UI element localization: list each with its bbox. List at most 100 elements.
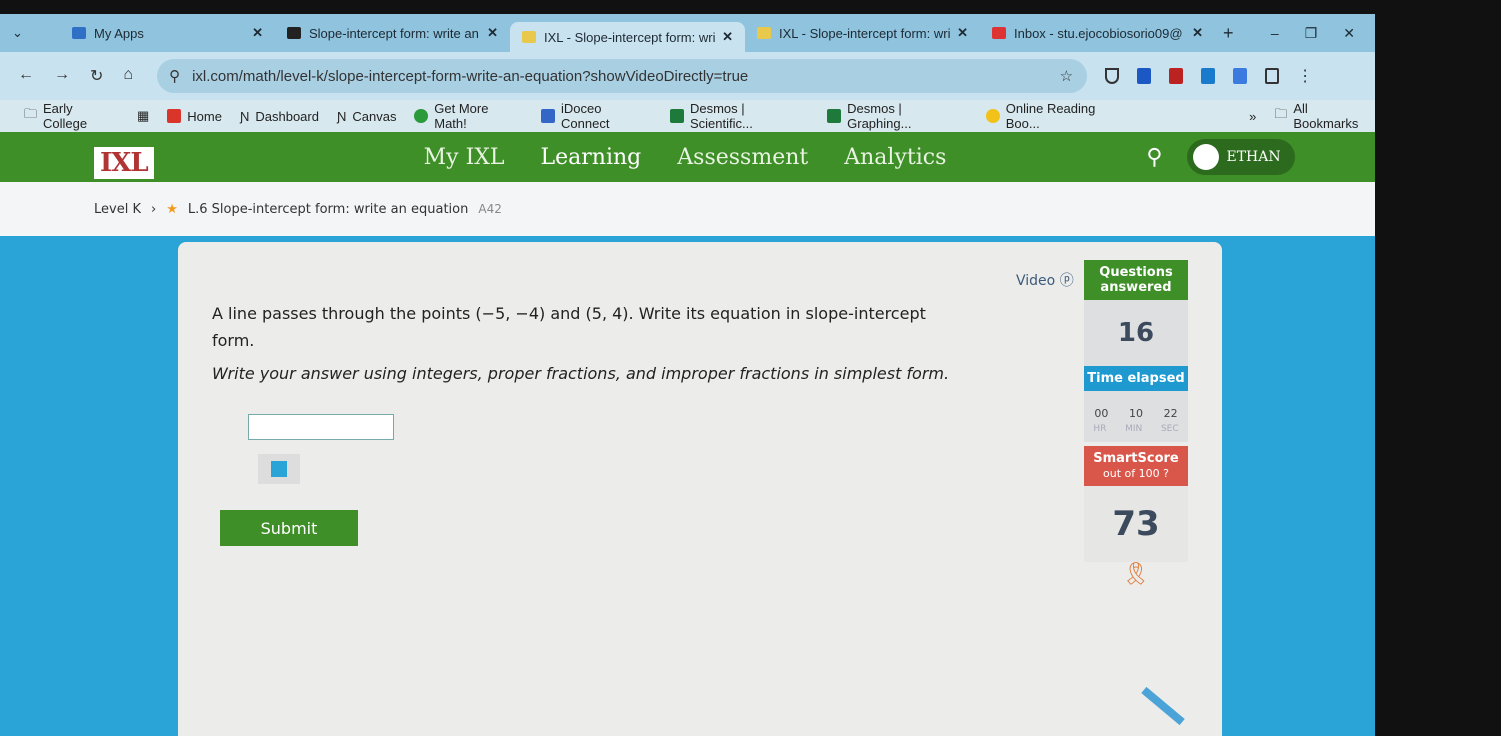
bookmark-star-icon[interactable]: ☆ (1060, 67, 1073, 85)
more-bookmarks-icon[interactable]: » (1249, 109, 1256, 124)
bookmark-label: iDoceo Connect (561, 101, 610, 131)
close-icon[interactable]: ✕ (722, 29, 733, 45)
nav-assessment[interactable]: Assessment (677, 145, 808, 170)
user-menu[interactable]: ETHAN (1186, 139, 1295, 175)
instruction-text: Write your answer using integers, proper… (212, 364, 950, 383)
unit-min: MIN (1125, 424, 1143, 434)
ixl-icon (757, 27, 771, 39)
browser-window: ⌄ My Apps ✕ Slope-intercept form: write a… (0, 14, 1375, 736)
tab[interactable]: Slope-intercept form: write an ✕ (275, 18, 510, 48)
site-info-icon[interactable]: ⚲ (169, 67, 180, 85)
close-icon[interactable]: ✕ (252, 25, 263, 41)
breadcrumb-level[interactable]: Level K (94, 202, 141, 217)
unit-hr: HR (1093, 424, 1107, 434)
nav-my-ixl[interactable]: My IXL (424, 145, 505, 170)
tab-search-button[interactable]: ⌄ (0, 18, 60, 48)
bookmarks-bar: 🗀 Early College ▦ Home Ɲ Dashboard Ɲ Canvas… (0, 100, 1375, 132)
puzzle-icon[interactable] (1265, 68, 1280, 84)
tab-label: IXL - Slope-intercept form: wri (544, 29, 716, 45)
apps-grid-icon[interactable]: ▦ (137, 108, 149, 124)
menu-icon[interactable]: ⋮ (1297, 66, 1313, 86)
nc-icon: Ɲ (336, 108, 347, 124)
tab-label: Slope-intercept form: write an (309, 25, 479, 41)
tab-active[interactable]: IXL - Slope-intercept form: wri ✕ (510, 22, 745, 52)
extension-icon[interactable] (1201, 68, 1216, 84)
bookmark-home[interactable]: Home (167, 109, 222, 124)
ixl-logo[interactable]: IXL (94, 147, 154, 179)
bookmark-online-reading[interactable]: Online Reading Boo... (985, 101, 1131, 131)
free-books-icon (985, 109, 1000, 123)
bookmark-label: Dashboard (255, 108, 319, 124)
bookmark-label: Online Reading Boo... (1005, 101, 1096, 131)
video-label: Video (1016, 273, 1056, 289)
unit-sec: SEC (1160, 424, 1179, 434)
search-icon[interactable]: ⚲ (1146, 145, 1162, 170)
address-bar[interactable]: ⚲ ixl.com/math/level-k/slope-intercept-fo… (157, 59, 1088, 93)
fraction-icon (271, 461, 287, 477)
stats-sidebar: Questions answered 16 Time elapsed 00 10 2… (1084, 260, 1188, 587)
desmos-icon (670, 109, 684, 123)
home-icon[interactable]: ⌂ (123, 66, 133, 86)
all-bookmarks[interactable]: 🗀 All Bookmarks (1274, 101, 1375, 131)
smartscore-value: 73 (1084, 486, 1188, 562)
play-circle-icon: ⓟ (1059, 273, 1074, 289)
toolbar: ← → ↻ ⌂ ⚲ ixl.com/math/level-k/slope-interce… (0, 52, 1375, 100)
bookmark-desmos-graphing[interactable]: Desmos | Graphing... (827, 101, 968, 131)
restore-icon[interactable]: ❐ (1305, 25, 1318, 42)
bookmark-label: Desmos | Graphing... (847, 101, 912, 131)
back-icon[interactable]: ← (18, 66, 34, 86)
tab-label: IXL - Slope-intercept form: wri (779, 25, 951, 41)
bookmark-label: All Bookmarks (1293, 101, 1359, 131)
book-extension-icon[interactable] (1169, 68, 1184, 84)
folder-icon: 🗀 (24, 106, 38, 121)
tab[interactable]: IXL - Slope-intercept form: wri ✕ (745, 18, 980, 48)
close-window-icon[interactable]: ✕ (1343, 25, 1355, 42)
tab[interactable]: My Apps ✕ (60, 18, 275, 48)
time-elapsed-label: Time elapsed (1084, 366, 1188, 391)
close-icon[interactable]: ✕ (487, 25, 498, 41)
bookmark-idoceo[interactable]: iDoceo Connect (541, 101, 652, 131)
help-icon[interactable]: ? (1163, 467, 1169, 480)
questions-answered-label: Questions answered (1084, 260, 1188, 300)
bookmark-label: Get More Math! (434, 101, 489, 131)
bookmark-desmos-scientific[interactable]: Desmos | Scientific... (670, 101, 809, 131)
tab-label: Inbox - stu.ejocobiosorio09@ (1014, 25, 1183, 41)
shield-extension-icon[interactable] (1105, 68, 1120, 84)
bookmark-early-college[interactable]: 🗀 Early College (24, 101, 119, 131)
chevron-right-icon: › (150, 201, 157, 217)
video-link[interactable]: Video ⓟ (1016, 270, 1074, 290)
bookmark-label: Early College (43, 101, 88, 131)
gmail-icon (992, 27, 1006, 39)
desmos-icon (827, 109, 842, 123)
ixl-navbar: IXL My IXL Learning Assessment Analytics… (0, 132, 1375, 182)
url-text: ixl.com/math/level-k/slope-intercept-for… (192, 67, 749, 85)
close-icon[interactable]: ✕ (1192, 25, 1203, 41)
c-extension-icon[interactable] (1137, 68, 1152, 84)
bookmark-label: Canvas (352, 108, 397, 124)
submit-button[interactable]: Submit (220, 510, 358, 546)
extension-icon[interactable] (1233, 68, 1248, 84)
nc-icon: Ɲ (239, 108, 250, 124)
time-min: 10 (1128, 407, 1143, 420)
bookmark-label: Home (187, 108, 222, 124)
nav-learning[interactable]: Learning (541, 145, 642, 170)
bookmark-canvas[interactable]: Ɲ Canvas (337, 109, 396, 124)
reload-icon[interactable]: ↻ (90, 66, 103, 86)
fraction-button[interactable] (258, 454, 300, 484)
bookmark-dashboard[interactable]: Ɲ Dashboard (240, 109, 319, 124)
apps-icon (72, 27, 86, 39)
classroom-icon (287, 27, 301, 39)
tab[interactable]: Inbox - stu.ejocobiosorio09@ ✕ (980, 18, 1215, 48)
play-icon (414, 109, 429, 123)
answer-input[interactable] (248, 414, 394, 440)
pencil-icon[interactable] (1141, 686, 1185, 726)
close-icon[interactable]: ✕ (957, 25, 968, 41)
bookmark-label: Desmos | Scientific... (689, 101, 753, 131)
bookmark-get-more-math[interactable]: Get More Math! (414, 101, 523, 131)
nav-analytics[interactable]: Analytics (844, 145, 946, 170)
star-icon: ★ (166, 201, 178, 217)
new-tab-button[interactable]: + (1223, 23, 1234, 44)
minimize-icon[interactable]: – (1271, 25, 1279, 42)
forward-icon[interactable]: → (54, 66, 70, 86)
folder-icon: 🗀 (1274, 106, 1288, 121)
